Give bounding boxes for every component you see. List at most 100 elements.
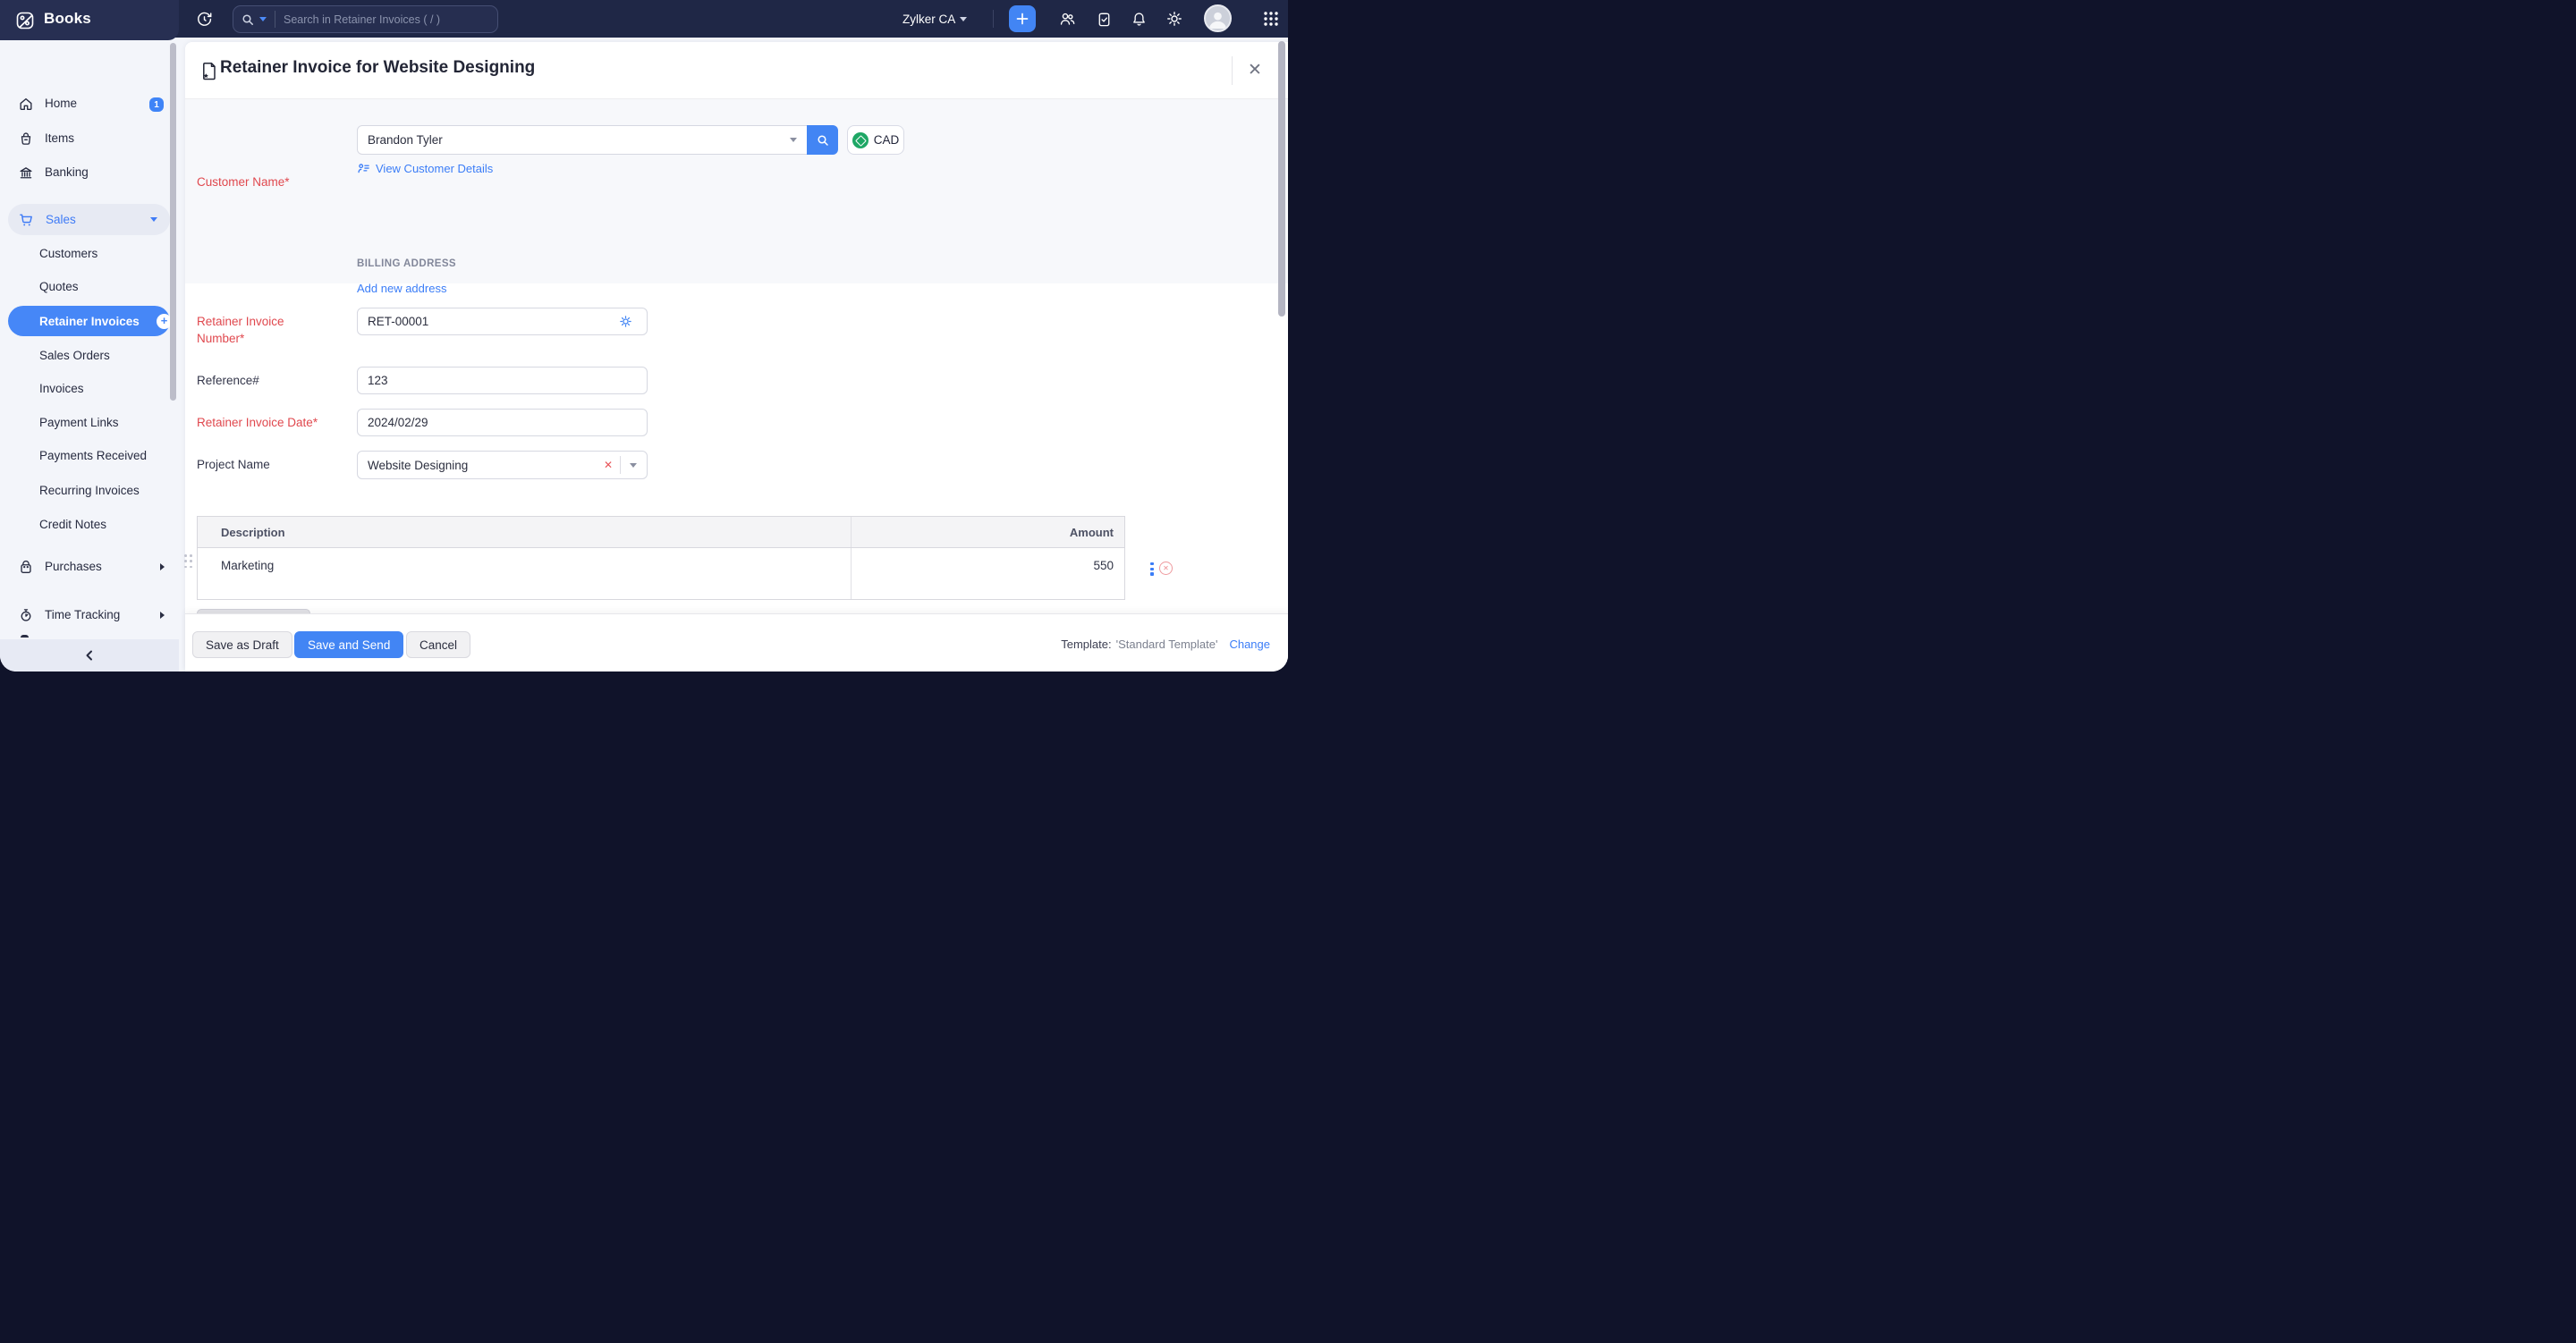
quick-create-button[interactable]: [1009, 5, 1036, 32]
template-label: Template:: [1061, 638, 1111, 651]
template-name: 'Standard Template': [1116, 638, 1218, 651]
sidebar: Home 1 Items Banking Sales Customers Quo…: [0, 38, 179, 672]
sidebar-item-purchases[interactable]: Purchases: [0, 550, 179, 583]
save-as-draft-button[interactable]: Save as Draft: [192, 631, 292, 658]
sidebar-item-banking[interactable]: Banking: [0, 156, 179, 189]
table-row[interactable]: Marketing 550: [198, 548, 1124, 599]
sidebar-item-recurring-invoices[interactable]: Recurring Invoices: [0, 477, 179, 503]
search-scope-chevron-icon[interactable]: [259, 17, 267, 21]
drag-handle-icon[interactable]: [184, 554, 195, 569]
chevron-down-icon: [150, 217, 157, 222]
footer-bar: Save as Draft Save and Send Cancel Templ…: [185, 613, 1288, 672]
apps-grid-icon[interactable]: [1256, 0, 1286, 38]
sidebar-item-label: Sales: [46, 213, 76, 226]
invoice-number-settings-icon[interactable]: [618, 313, 634, 329]
books-logo: [14, 10, 36, 31]
sidebar-item-invoices[interactable]: Invoices: [0, 376, 179, 401]
table-header: Description Amount: [198, 517, 1124, 548]
cell-description[interactable]: Marketing: [198, 548, 852, 599]
bank-icon: [18, 165, 34, 181]
purchases-bag-icon: [18, 559, 34, 575]
project-name-select[interactable]: Website Designing ✕: [357, 451, 648, 479]
document-star-icon: [199, 61, 219, 81]
currency-button[interactable]: CAD: [847, 125, 904, 155]
topbar: Books Zylker CA: [0, 0, 1288, 38]
row-menu-icon[interactable]: [1148, 562, 1156, 576]
sidebar-item-customers[interactable]: Customers: [0, 241, 179, 266]
customer-search-button[interactable]: [807, 125, 838, 155]
sidebar-collapse-button[interactable]: [0, 639, 179, 672]
template-change-link[interactable]: Change: [1229, 638, 1270, 651]
chevron-down-icon: [790, 138, 797, 142]
invoice-number-input[interactable]: [357, 308, 648, 335]
line-items-table: Description Amount Marketing 550: [197, 516, 1125, 600]
save-and-send-button[interactable]: Save and Send: [294, 631, 403, 658]
title-bar: Retainer Invoice for Website Designing ✕: [185, 42, 1288, 99]
users-icon[interactable]: [1053, 0, 1081, 38]
customer-name-select[interactable]: Brandon Tyler: [357, 125, 808, 155]
org-chevron-icon: [960, 17, 967, 21]
sidebar-item-payment-links[interactable]: Payment Links: [0, 410, 179, 435]
main-content: Retainer Invoice for Website Designing ✕…: [179, 38, 1288, 672]
retainer-invoice-card: Retainer Invoice for Website Designing ✕…: [185, 42, 1288, 672]
sidebar-item-quotes[interactable]: Quotes: [0, 274, 179, 299]
currency-target-icon: [852, 132, 869, 148]
invoice-date-label: Retainer Invoice Date*: [197, 416, 318, 429]
sidebar-item-time-tracking[interactable]: Time Tracking: [0, 598, 179, 631]
currency-code: CAD: [874, 133, 900, 147]
sidebar-item-sales[interactable]: Sales: [8, 204, 170, 235]
project-name-label: Project Name: [197, 458, 270, 471]
customer-name-label: Customer Name*: [197, 175, 290, 189]
arrow-right-icon: [160, 612, 165, 619]
search-icon: [241, 13, 255, 27]
col-amount: Amount: [852, 517, 1124, 547]
view-customer-details-link[interactable]: View Customer Details: [357, 162, 493, 175]
brand[interactable]: Books: [0, 0, 179, 40]
customer-details-icon: [357, 162, 370, 175]
invoice-date-input[interactable]: [357, 409, 648, 436]
col-description: Description: [198, 517, 852, 547]
sidebar-item-items[interactable]: Items: [0, 122, 179, 155]
items-bag-icon: [18, 131, 34, 147]
customer-name-value: Brandon Tyler: [358, 133, 790, 147]
row-delete-icon[interactable]: ✕: [1159, 562, 1173, 575]
invoice-number-label: Retainer Invoice Number*: [197, 313, 309, 347]
sidebar-item-label: Time Tracking: [45, 608, 120, 621]
main-scrollbar[interactable]: [1278, 41, 1285, 317]
sidebar-item-sales-orders[interactable]: Sales Orders: [0, 342, 179, 367]
project-clear-icon[interactable]: ✕: [597, 459, 620, 471]
partial-item-sliver: [21, 635, 29, 638]
project-name-value: Website Designing: [358, 459, 597, 472]
add-new-address-link[interactable]: Add new address: [357, 282, 446, 295]
customer-section: Customer Name* Brandon Tyler CAD View: [185, 99, 1288, 283]
close-icon[interactable]: ✕: [1245, 61, 1265, 80]
home-badge: 1: [149, 97, 164, 112]
sidebar-scrollbar[interactable]: [170, 43, 176, 401]
bell-icon[interactable]: [1124, 0, 1153, 38]
brand-name: Books: [44, 10, 91, 30]
sidebar-item-label: Banking: [45, 165, 89, 179]
collapse-chevron-icon: [83, 649, 96, 662]
tasks-icon[interactable]: [1089, 0, 1118, 38]
home-icon: [18, 96, 34, 112]
sidebar-item-retainer-invoices[interactable]: Retainer Invoices +: [8, 306, 170, 336]
sidebar-item-label: Home: [45, 97, 77, 110]
org-selector[interactable]: Zylker CA: [902, 0, 967, 38]
search-icon: [816, 133, 830, 148]
reference-input[interactable]: [357, 367, 648, 394]
cancel-button[interactable]: Cancel: [406, 631, 470, 658]
history-icon[interactable]: [191, 0, 217, 38]
stopwatch-icon: [18, 607, 34, 623]
cell-amount[interactable]: 550: [852, 548, 1124, 599]
close-divider: [1232, 56, 1233, 85]
gear-icon[interactable]: [1160, 0, 1189, 38]
search-box: [233, 5, 498, 33]
avatar[interactable]: [1204, 4, 1232, 32]
sidebar-item-payments-received[interactable]: Payments Received: [0, 443, 179, 468]
topbar-divider: [993, 10, 994, 28]
search-input[interactable]: [284, 13, 490, 26]
chevron-down-icon: [630, 463, 637, 468]
sidebar-item-label: Purchases: [45, 560, 102, 573]
template-row: Template: 'Standard Template' Change: [1061, 638, 1270, 651]
sidebar-item-credit-notes[interactable]: Credit Notes: [0, 511, 179, 536]
